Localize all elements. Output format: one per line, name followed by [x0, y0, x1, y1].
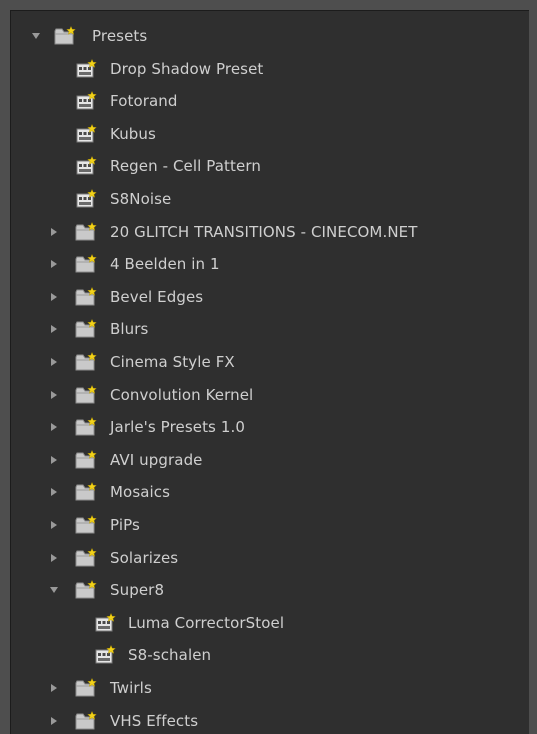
twisty-collapsed-icon[interactable]	[47, 518, 61, 532]
tree-item-label: S8Noise	[110, 190, 172, 208]
folder-star-icon	[75, 710, 97, 731]
tree-folder-row[interactable]: Cinema Style FX	[11, 349, 529, 375]
tree-preset-row[interactable]: S8Noise	[11, 186, 529, 212]
tree-item-label: Super8	[110, 581, 165, 600]
tree-folder-row[interactable]: PiPs	[11, 512, 529, 538]
folder-star-icon	[75, 319, 97, 339]
twisty-collapsed-icon[interactable]	[47, 355, 61, 369]
preset-icon	[75, 188, 97, 209]
tree-item-label: 4 Beelden in 1	[110, 255, 220, 274]
tree-folder-row[interactable]: 4 Beelden in 1	[11, 251, 529, 277]
tree-item-label: Blurs	[110, 320, 149, 339]
folder-star-icon	[75, 351, 97, 372]
tree-folder-row[interactable]: VHS Effects	[11, 708, 529, 734]
tree-item-label: Presets	[92, 27, 148, 45]
tree-preset-row[interactable]: S8-schalen	[11, 642, 529, 668]
preset-icon	[75, 156, 97, 176]
folder-star-icon	[75, 677, 97, 698]
preset-icon	[75, 58, 97, 79]
folder-star-icon	[75, 547, 97, 568]
tree-folder-row[interactable]: Mosaics	[11, 479, 529, 505]
tree-folder-row[interactable]: Jarle's Presets 1.0	[11, 414, 529, 440]
tree-item-label: Bevel Edges	[110, 287, 204, 306]
folder-star-icon	[75, 482, 97, 502]
tree-item-label: Mosaics	[110, 483, 171, 502]
twisty-collapsed-icon[interactable]	[47, 714, 61, 728]
tree-preset-row[interactable]: Luma CorrectorStoel	[11, 610, 529, 636]
twisty-collapsed-icon[interactable]	[47, 322, 61, 336]
tree-folder-row[interactable]: Presets	[11, 23, 529, 49]
folder-star-icon	[75, 254, 97, 274]
twisty-collapsed-icon[interactable]	[47, 420, 61, 434]
tree-folder-row[interactable]: Bevel Edges	[11, 284, 529, 310]
preset-icon	[94, 645, 116, 665]
tree-folder-row[interactable]: AVI upgrade	[11, 447, 529, 473]
preset-icon	[94, 612, 116, 633]
tree-item-label: S8-schalen	[128, 646, 212, 665]
tree-item-label: Kubus	[110, 124, 156, 143]
preset-icon	[75, 123, 97, 144]
folder-star-icon	[75, 221, 97, 242]
twisty-collapsed-icon[interactable]	[47, 485, 61, 499]
preset-icon	[75, 91, 97, 111]
tree-folder-row[interactable]: Convolution Kernel	[11, 382, 529, 408]
twisty-collapsed-icon[interactable]	[47, 290, 61, 304]
tree-item-label: VHS Effects	[110, 711, 199, 730]
tree-folder-row[interactable]: Super8	[11, 577, 529, 603]
tree-item-label: Drop Shadow Preset	[110, 59, 264, 78]
effects-presets-tree: Presets Drop Shadow Preset Fotorand Kubu…	[10, 10, 529, 734]
tree-preset-row[interactable]: Regen - Cell Pattern	[11, 153, 529, 179]
twisty-collapsed-icon[interactable]	[47, 551, 61, 565]
tree-folder-row[interactable]: 20 GLITCH TRANSITIONS - CINECOM.NET	[11, 219, 529, 245]
twisty-collapsed-icon[interactable]	[47, 388, 61, 402]
tree-preset-row[interactable]: Fotorand	[11, 88, 529, 114]
tree-item-label: Luma CorrectorStoel	[128, 613, 285, 632]
twisty-collapsed-icon[interactable]	[47, 257, 61, 271]
tree-item-label: Fotorand	[110, 92, 178, 111]
folder-star-icon	[75, 417, 97, 437]
tree-item-label: AVI upgrade	[110, 450, 203, 469]
twisty-expanded-icon[interactable]	[29, 29, 43, 43]
tree-item-label: 20 GLITCH TRANSITIONS - CINECOM.NET	[110, 222, 418, 241]
tree-item-label: Twirls	[110, 679, 152, 697]
folder-star-icon	[54, 25, 76, 46]
tree-preset-row[interactable]: Drop Shadow Preset	[11, 56, 529, 82]
tree-folder-row[interactable]: Solarizes	[11, 545, 529, 571]
tree-item-label: Jarle's Presets 1.0	[110, 418, 245, 437]
tree-item-label: Cinema Style FX	[110, 353, 235, 371]
tree-preset-row[interactable]: Kubus	[11, 121, 529, 147]
folder-star-icon	[75, 580, 97, 600]
folder-star-icon	[75, 514, 97, 535]
twisty-expanded-icon[interactable]	[47, 583, 61, 597]
tree-item-label: PiPs	[110, 516, 140, 534]
twisty-collapsed-icon[interactable]	[47, 681, 61, 695]
twisty-collapsed-icon[interactable]	[47, 225, 61, 239]
tree-item-label: Regen - Cell Pattern	[110, 157, 261, 176]
tree-folder-row[interactable]: Blurs	[11, 316, 529, 342]
tree-item-label: Convolution Kernel	[110, 385, 254, 404]
tree-item-label: Solarizes	[110, 548, 179, 567]
folder-star-icon	[75, 286, 97, 307]
tree-folder-row[interactable]: Twirls	[11, 675, 529, 701]
folder-star-icon	[75, 449, 97, 470]
twisty-collapsed-icon[interactable]	[47, 453, 61, 467]
folder-star-icon	[75, 384, 97, 405]
